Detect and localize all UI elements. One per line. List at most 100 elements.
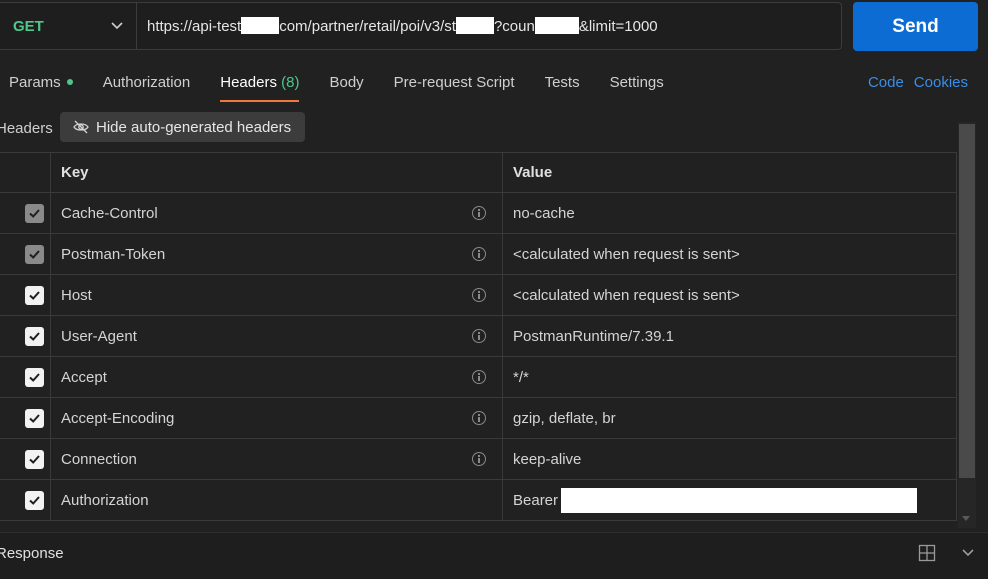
header-key-cell[interactable]: Authorization bbox=[51, 480, 503, 520]
header-key-text: Postman-Token bbox=[61, 245, 166, 263]
table-row: User-Agent PostmanRuntime/7.39.1 bbox=[0, 316, 957, 357]
cookies-link[interactable]: Cookies bbox=[914, 74, 968, 91]
info-icon[interactable] bbox=[472, 288, 486, 302]
tab-body[interactable]: Body bbox=[314, 64, 378, 102]
redacted-block bbox=[455, 17, 494, 34]
chevron-down-icon[interactable] bbox=[960, 546, 976, 560]
info-icon[interactable] bbox=[472, 411, 486, 425]
tab-settings[interactable]: Settings bbox=[595, 64, 679, 102]
row-checkbox-cell bbox=[0, 275, 51, 315]
send-button[interactable]: Send bbox=[853, 2, 978, 51]
header-value-cell[interactable]: gzip, deflate, br bbox=[503, 398, 957, 438]
table-row: Postman-Token <calculated when request is… bbox=[0, 234, 957, 275]
header-value-text: */* bbox=[513, 368, 529, 386]
enable-checkbox[interactable] bbox=[25, 326, 44, 346]
header-value-cell[interactable]: keep-alive bbox=[503, 439, 957, 479]
table-row: Accept-Encoding gzip, deflate, br bbox=[0, 398, 957, 439]
header-key-text: Cache-Control bbox=[61, 204, 158, 222]
method-select[interactable]: GET bbox=[0, 3, 137, 49]
tab-tests[interactable]: Tests bbox=[530, 64, 595, 102]
code-link[interactable]: Code bbox=[868, 74, 904, 91]
headers-section-label: Headers bbox=[0, 120, 53, 137]
header-value-cell[interactable]: no-cache bbox=[503, 193, 957, 233]
row-checkbox-cell bbox=[0, 480, 51, 520]
response-label: Response bbox=[0, 545, 64, 562]
table-row: Cache-Control no-cache bbox=[0, 193, 957, 234]
tab-pre-request-script[interactable]: Pre-request Script bbox=[379, 64, 530, 102]
url-text-part: com/partner/retail/poi/v3/st bbox=[279, 18, 456, 35]
info-icon[interactable] bbox=[472, 206, 486, 220]
row-checkbox-cell bbox=[0, 439, 51, 479]
eye-off-icon bbox=[73, 120, 89, 134]
header-value-cell[interactable]: */* bbox=[503, 357, 957, 397]
headers-table: Key Value Cache-Control no-cache Postman-T… bbox=[0, 152, 957, 521]
header-checkbox-cell bbox=[0, 153, 51, 192]
hide-button-label: Hide auto-generated headers bbox=[96, 118, 292, 136]
table-row: Authorization Bearer bbox=[0, 480, 957, 521]
checkmark-icon bbox=[29, 454, 40, 464]
table-header-row: Key Value bbox=[0, 152, 957, 193]
header-value-cell[interactable]: PostmanRuntime/7.39.1 bbox=[503, 316, 957, 356]
url-input[interactable]: https://api-test com/partner/retail/poi/v… bbox=[137, 17, 658, 35]
info-icon[interactable] bbox=[472, 452, 486, 466]
info-icon[interactable] bbox=[472, 370, 486, 384]
header-key-text: Accept bbox=[61, 368, 107, 386]
header-value-cell[interactable]: Bearer bbox=[503, 480, 957, 520]
tab-count-badge: (8) bbox=[281, 74, 300, 91]
checkmark-icon bbox=[29, 413, 40, 423]
tab-label: Pre-request Script bbox=[393, 74, 515, 91]
header-key-text: User-Agent bbox=[61, 327, 137, 345]
scroll-down-arrow-icon[interactable] bbox=[962, 516, 970, 521]
header-value-text: gzip, deflate, br bbox=[513, 409, 616, 427]
enable-checkbox[interactable] bbox=[25, 367, 44, 387]
column-header-value: Value bbox=[503, 153, 957, 192]
right-links: Code Cookies bbox=[858, 64, 968, 102]
header-key-cell[interactable]: Connection bbox=[51, 439, 503, 479]
redacted-block bbox=[241, 17, 280, 34]
table-row: Accept */* bbox=[0, 357, 957, 398]
row-checkbox-cell bbox=[0, 193, 51, 233]
row-checkbox-cell bbox=[0, 316, 51, 356]
header-value-text: <calculated when request is sent> bbox=[513, 286, 740, 304]
tab-params[interactable]: Params bbox=[0, 64, 88, 102]
redacted-block bbox=[534, 17, 579, 34]
request-url-bar: GET https://api-test com/partner/retail/p… bbox=[0, 2, 842, 50]
enable-checkbox[interactable] bbox=[25, 490, 44, 510]
scrollbar-thumb[interactable] bbox=[959, 124, 975, 478]
enable-checkbox[interactable] bbox=[25, 449, 44, 469]
row-checkbox-cell bbox=[0, 357, 51, 397]
tab-label: Authorization bbox=[102, 74, 191, 91]
url-text-part: https://api-test bbox=[147, 18, 242, 35]
info-icon[interactable] bbox=[472, 329, 486, 343]
info-icon[interactable] bbox=[472, 247, 486, 261]
tab-label: Headers bbox=[220, 74, 277, 91]
enable-checkbox[interactable] bbox=[25, 285, 44, 305]
tab-label: Body bbox=[329, 74, 364, 91]
status-dot-icon bbox=[66, 79, 73, 85]
checkmark-icon bbox=[29, 331, 40, 341]
header-key-cell[interactable]: Postman-Token bbox=[51, 234, 503, 274]
header-key-cell[interactable]: User-Agent bbox=[51, 316, 503, 356]
header-key-cell[interactable]: Cache-Control bbox=[51, 193, 503, 233]
enable-checkbox bbox=[25, 244, 44, 264]
header-value-cell[interactable]: <calculated when request is sent> bbox=[503, 234, 957, 274]
column-header-key: Key bbox=[51, 153, 503, 192]
enable-checkbox[interactable] bbox=[25, 408, 44, 428]
two-pane-layout-icon[interactable] bbox=[918, 544, 936, 562]
checkmark-icon bbox=[29, 208, 40, 218]
header-value-text: PostmanRuntime/7.39.1 bbox=[513, 327, 674, 345]
tab-label: Params bbox=[9, 74, 61, 91]
header-key-cell[interactable]: Accept bbox=[51, 357, 503, 397]
header-value-text: keep-alive bbox=[513, 450, 582, 468]
header-key-cell[interactable]: Host bbox=[51, 275, 503, 315]
hide-auto-generated-headers-button[interactable]: Hide auto-generated headers bbox=[60, 112, 306, 142]
row-checkbox-cell bbox=[0, 234, 51, 274]
header-key-cell[interactable]: Accept-Encoding bbox=[51, 398, 503, 438]
tab-headers[interactable]: Headers (8) bbox=[205, 64, 314, 102]
chevron-down-icon bbox=[111, 22, 123, 30]
tab-authorization[interactable]: Authorization bbox=[88, 64, 206, 102]
tab-label: Settings bbox=[609, 74, 664, 91]
request-tabs: Params Authorization Headers (8) Body Pr… bbox=[0, 64, 679, 102]
header-value-cell[interactable]: <calculated when request is sent> bbox=[503, 275, 957, 315]
header-key-text: Host bbox=[61, 286, 92, 304]
